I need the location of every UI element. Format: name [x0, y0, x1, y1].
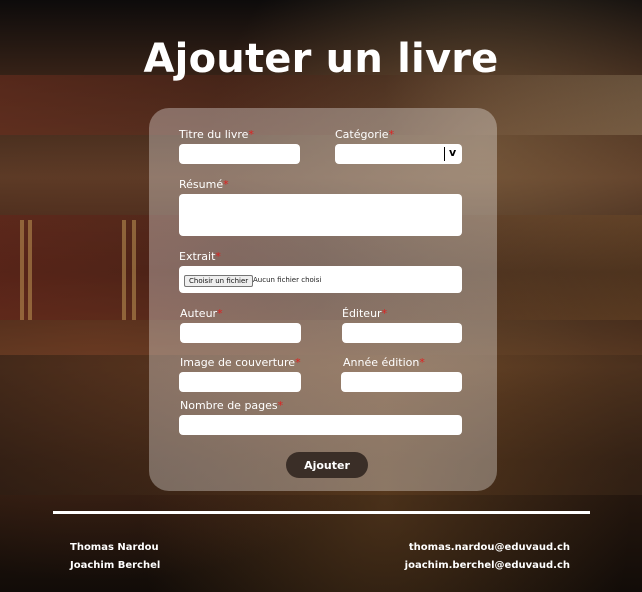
author-email-2[interactable]: joachim.berchel@eduvaud.ch — [405, 560, 570, 571]
category-label: Catégorie* — [335, 128, 395, 141]
file-status: Aucun fichier choisi — [253, 276, 322, 284]
extract-file-input[interactable]: Choisir un fichier Aucun fichier choisi — [179, 266, 462, 293]
category-select[interactable]: v — [335, 144, 462, 164]
chevron-down-icon: v — [449, 146, 457, 159]
publisher-input[interactable] — [342, 323, 462, 343]
author-email-1[interactable]: thomas.nardou@eduvaud.ch — [409, 542, 570, 553]
summary-textarea[interactable] — [179, 194, 462, 236]
pages-label: Nombre de pages* — [180, 399, 284, 412]
publisher-label: Éditeur* — [342, 307, 388, 320]
title-input[interactable] — [179, 144, 300, 164]
select-divider — [444, 147, 445, 161]
page-title: Ajouter un livre — [143, 36, 499, 82]
title-label: Titre du livre* — [179, 128, 254, 141]
extract-label: Extrait* — [179, 250, 221, 263]
pages-input[interactable] — [179, 415, 462, 435]
author-input[interactable] — [180, 323, 301, 343]
summary-label: Résumé* — [179, 178, 229, 191]
cover-input[interactable] — [179, 372, 301, 392]
author-name-1: Thomas Nardou — [70, 542, 159, 553]
year-label: Année édition* — [343, 356, 425, 369]
add-book-form: Titre du livre* Catégorie* v Résumé* Ext… — [149, 108, 497, 491]
author-label: Auteur* — [180, 307, 223, 320]
add-button[interactable]: Ajouter — [286, 452, 368, 478]
footer-divider — [53, 511, 590, 514]
author-name-2: Joachim Berchel — [70, 560, 161, 571]
choose-file-button[interactable]: Choisir un fichier — [184, 275, 254, 287]
year-input[interactable] — [341, 372, 462, 392]
cover-label: Image de couverture* — [180, 356, 301, 369]
